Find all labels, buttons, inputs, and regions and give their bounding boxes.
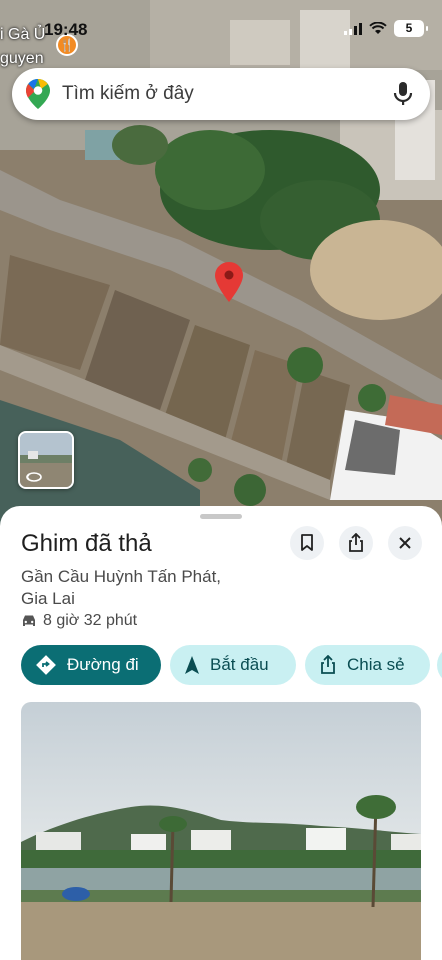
google-maps-pin-icon (26, 79, 50, 109)
status-icons: 5 (344, 20, 428, 37)
address-line: Gần Cầu Huỳnh Tấn Phát, (21, 567, 222, 586)
more-action-chip[interactable] (437, 645, 442, 685)
street-view-thumbnail[interactable] (18, 431, 74, 489)
battery-icon: 5 (394, 20, 428, 37)
share-icon (321, 655, 335, 674)
share-label: Chia sẻ (347, 655, 405, 674)
place-title: Ghim đã thả (21, 530, 152, 557)
place-address: Gần Cầu Huỳnh Tấn Phát, Gia Lai (21, 566, 321, 610)
directions-icon (36, 655, 56, 675)
start-button[interactable]: Bắt đầu (170, 645, 296, 685)
share-chip-button[interactable]: Chia sẻ (305, 645, 430, 685)
street-photo (21, 702, 421, 960)
drive-time-row: 8 giờ 32 phút (21, 612, 137, 630)
address-line: Gia Lai (21, 589, 75, 608)
status-time: 19:48 (44, 20, 88, 39)
directions-label: Đường đi (67, 655, 139, 674)
directions-button[interactable]: Đường đi (21, 645, 161, 685)
bookmark-icon (301, 534, 313, 551)
dropped-pin-icon[interactable] (215, 262, 243, 302)
navigation-arrow-icon (185, 656, 199, 674)
car-icon (23, 615, 35, 626)
share-button[interactable] (339, 526, 373, 560)
status-bar: i Gà Ủ guyen 🍴 19:48 5 (0, 0, 442, 67)
wifi-icon (369, 22, 387, 34)
search-input[interactable]: Tìm kiếm ở đây (62, 83, 392, 105)
place-photo[interactable] (21, 702, 421, 960)
close-icon (399, 537, 411, 549)
drag-handle[interactable] (200, 514, 242, 519)
map-place-label-secondary[interactable]: guyen (0, 50, 44, 68)
action-chips: Đường đi Bắt đầu Chia sẻ (21, 645, 430, 685)
share-icon (349, 533, 363, 552)
start-label: Bắt đầu (210, 655, 269, 674)
drive-time: 8 giờ 32 phút (43, 612, 138, 629)
place-sheet[interactable]: Ghim đã thả Gần Cầu Huỳnh Tấn Phát, Gia … (0, 506, 442, 960)
microphone-icon[interactable] (392, 81, 414, 107)
map-place-label[interactable]: i Gà Ủ (0, 26, 45, 44)
save-button[interactable] (290, 526, 324, 560)
rotate-360-icon (26, 472, 42, 482)
search-bar[interactable]: Tìm kiếm ở đây (12, 68, 430, 120)
close-button[interactable] (388, 526, 422, 560)
cellular-signal-icon (344, 22, 362, 35)
